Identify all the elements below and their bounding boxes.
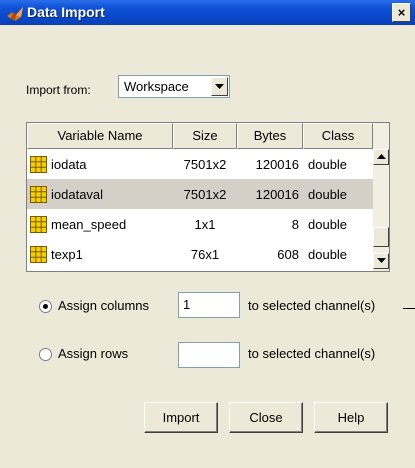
assign-columns-radio[interactable] [39,300,52,313]
column-header-variable-name[interactable]: Variable Name [27,123,173,149]
variable-name: mean_speed [51,216,127,232]
window-title: Data Import [27,4,105,20]
table-header: Variable Name Size Bytes Class [27,123,373,149]
variable-name: iodataval [51,186,104,202]
assign-rows-suffix: to selected channel(s) [248,346,376,361]
column-header-class[interactable]: Class [303,123,373,149]
divider-tick [403,308,415,309]
variable-bytes: 608 [277,246,299,262]
variables-table[interactable]: Variable Name Size Bytes Class iodata 75… [26,122,390,272]
assign-rows-input[interactable] [178,342,240,368]
close-window-button[interactable]: × [392,3,411,22]
assign-columns-suffix: to selected channel(s) [248,298,376,313]
import-button[interactable]: Import [144,402,218,433]
close-icon: × [397,5,406,20]
scroll-up-button[interactable] [373,149,389,165]
arrow-up-icon [377,154,386,159]
column-header-bytes[interactable]: Bytes [237,123,303,149]
variable-class: double [308,216,348,232]
import-from-label: Import from: [26,83,91,97]
table-row[interactable]: mean_speed 1x1 8 double [27,209,373,239]
dropdown-button[interactable] [211,77,228,96]
variable-bytes: 120016 [255,156,299,172]
import-from-select[interactable]: Workspace [118,75,230,98]
assign-rows-radio[interactable] [39,348,52,361]
grid-variable-icon [30,245,47,263]
assign-rows-label: Assign rows [58,346,129,361]
variable-size: 7501x2 [183,186,227,202]
variable-class: double [308,186,348,202]
table-row-selected[interactable]: iodataval 7501x2 120016 double [27,179,373,209]
variable-size: 76x1 [190,246,220,262]
scroll-thumb[interactable] [373,227,389,247]
close-button[interactable]: Close [229,402,303,433]
variable-bytes: 120016 [255,186,299,202]
grid-variable-icon [30,185,47,203]
radio-selected-dot [43,304,48,309]
vertical-scrollbar[interactable] [373,123,389,271]
title-bar[interactable]: Data Import × [0,0,415,25]
grid-variable-icon [30,215,47,233]
variable-bytes: 8 [291,216,299,232]
variable-class: double [308,156,348,172]
variable-class: double [308,246,348,262]
scroll-down-button[interactable] [373,253,389,269]
matlab-icon [7,7,23,21]
table-row[interactable]: texp1 76x1 608 double [27,239,373,269]
variable-size: 7501x2 [183,156,227,172]
help-button[interactable]: Help [314,402,388,433]
assign-columns-input[interactable]: 1 [178,292,240,318]
assign-columns-label: Assign columns [58,298,150,313]
grid-variable-icon [30,155,47,173]
import-from-value: Workspace [124,79,189,94]
column-header-size[interactable]: Size [173,123,237,149]
arrow-down-icon [377,258,386,263]
variable-name: iodata [51,156,87,172]
table-row[interactable]: iodata 7501x2 120016 double [27,149,373,179]
variable-name: texp1 [51,246,83,262]
variable-size: 1x1 [194,216,216,232]
chevron-down-icon [215,84,224,89]
